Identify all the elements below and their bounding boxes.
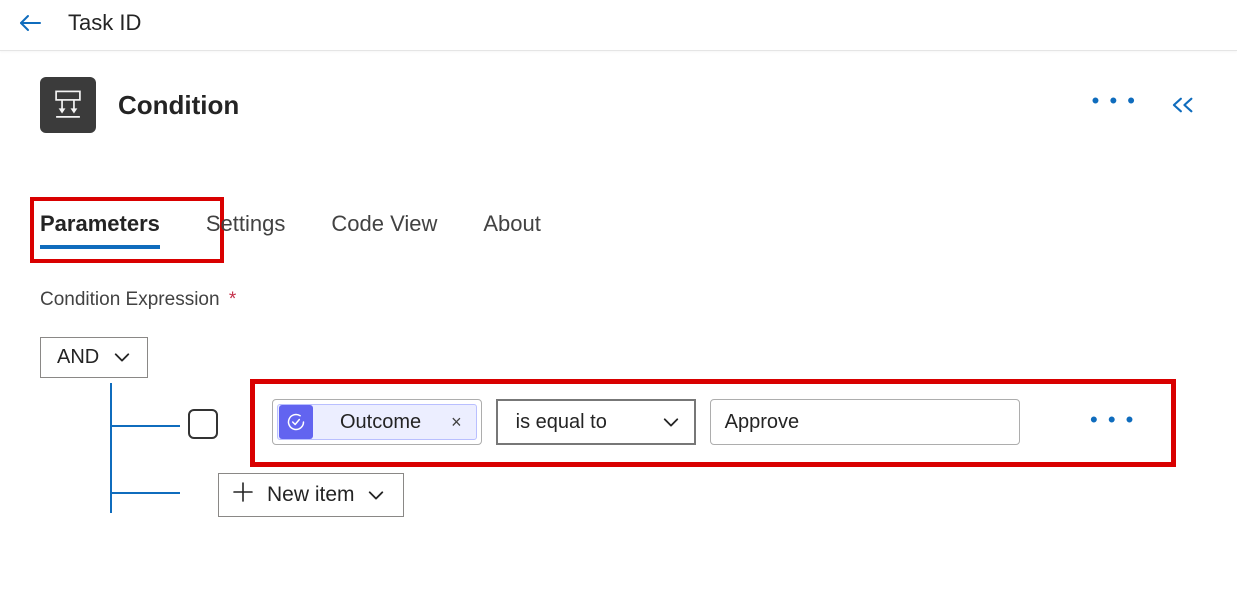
tab-settings[interactable]: Settings — [206, 211, 286, 247]
approvals-icon — [279, 405, 313, 439]
condition-icon — [51, 88, 85, 122]
token-remove-button[interactable]: × — [445, 412, 468, 433]
required-indicator: * — [229, 289, 236, 310]
condition-expression-label: Condition Expression * — [40, 289, 1197, 311]
expression-area: AND Outcome × — [40, 337, 1197, 378]
panel-title: Condition — [118, 90, 1070, 121]
row-more-options-button[interactable]: • • • — [1090, 407, 1135, 433]
tab-code-view[interactable]: Code View — [331, 211, 437, 247]
back-button[interactable] — [18, 11, 42, 35]
new-item-button[interactable]: New item — [218, 473, 404, 517]
value-text: Approve — [725, 411, 800, 434]
row-select-checkbox[interactable] — [188, 409, 218, 439]
chevron-down-icon — [113, 346, 131, 369]
arrow-left-icon — [18, 11, 42, 35]
collapse-panel-button[interactable] — [1169, 94, 1197, 116]
dynamic-token: Outcome × — [277, 404, 477, 440]
page-title: Task ID — [68, 10, 141, 36]
condition-row: Outcome × is equal to Approve — [272, 399, 1020, 445]
chevron-down-icon — [662, 411, 680, 434]
chevron-double-left-icon — [1169, 94, 1197, 116]
plus-icon — [231, 480, 255, 510]
tree-line-row2 — [110, 492, 180, 494]
condition-icon-box — [40, 77, 96, 133]
token-label: Outcome — [314, 411, 445, 434]
tree-line-row1 — [110, 425, 180, 427]
panel-header-actions: • • • — [1092, 90, 1197, 120]
group-operator-dropdown[interactable]: AND — [40, 337, 148, 378]
condition-panel: Condition • • • Parameters Settings Code… — [0, 51, 1237, 378]
tab-parameters[interactable]: Parameters — [40, 211, 160, 247]
left-operand-field[interactable]: Outcome × — [272, 399, 482, 445]
operator-label: is equal to — [516, 411, 607, 434]
more-options-button[interactable]: • • • — [1092, 90, 1137, 120]
top-bar: Task ID — [0, 0, 1237, 51]
tab-about[interactable]: About — [483, 211, 541, 247]
value-input[interactable]: Approve — [710, 399, 1020, 445]
panel-header: Condition • • • — [40, 77, 1197, 133]
tab-bar: Parameters Settings Code View About — [40, 211, 1197, 247]
group-operator-label: AND — [57, 346, 99, 369]
section-label-text: Condition Expression — [40, 289, 220, 310]
chevron-down-icon — [367, 483, 385, 507]
operator-dropdown[interactable]: is equal to — [496, 399, 696, 445]
new-item-label: New item — [267, 483, 355, 507]
